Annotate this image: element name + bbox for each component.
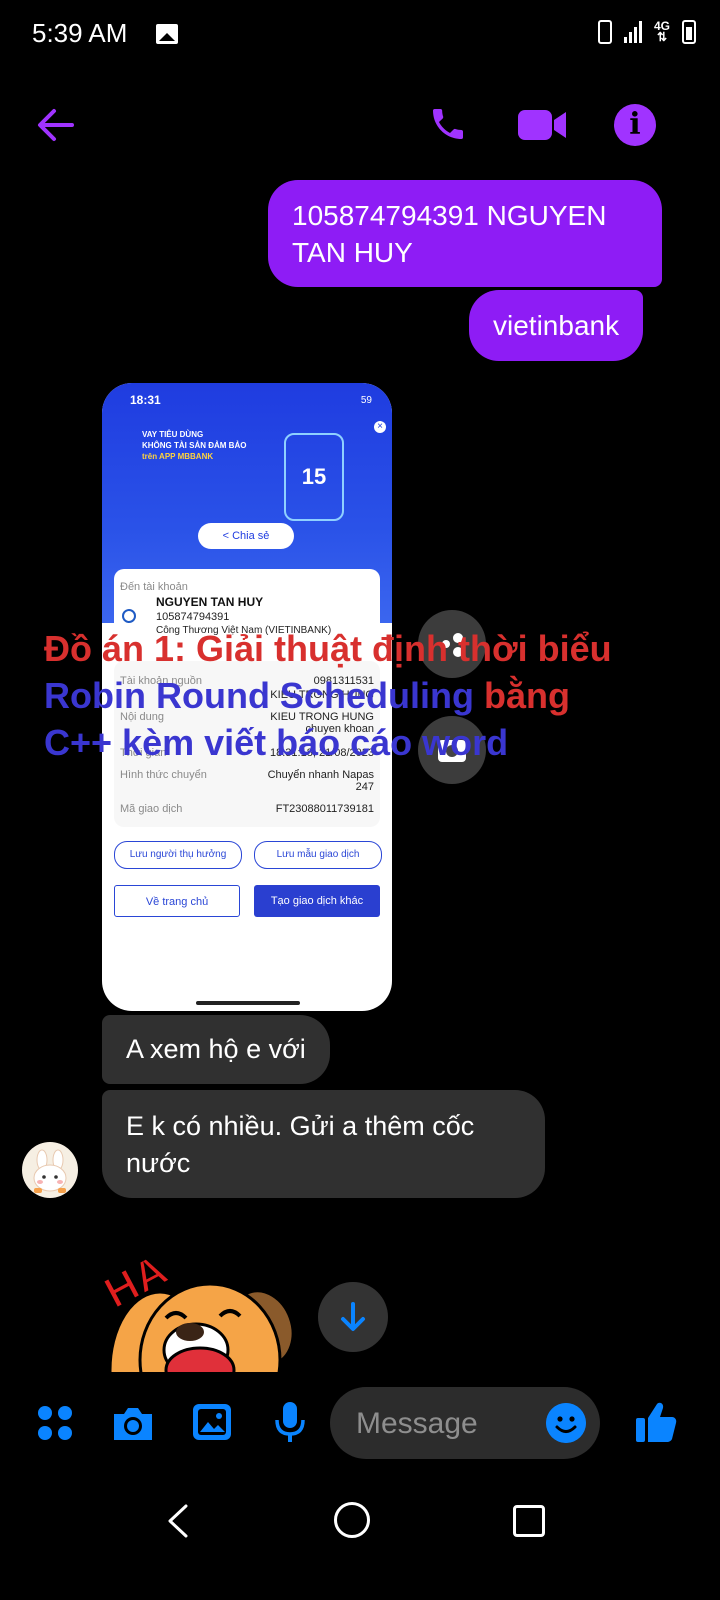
save-recipient-pill: Lưu người thụ hưởng: [114, 841, 242, 869]
nav-back-icon[interactable]: [160, 1502, 196, 1540]
emoji-icon[interactable]: [546, 1403, 586, 1443]
message-bubble-incoming[interactable]: A xem hộ e với: [102, 1015, 330, 1084]
vibrate-icon: [597, 20, 612, 44]
message-bubble-outgoing[interactable]: 105874794391 NGUYEN TAN HUY: [268, 180, 662, 287]
watermark-text: Đồ án 1: Giải thuật định thời biểu Robin…: [44, 625, 684, 766]
image-ad-text: VAY TIÊU DÙNG KHÔNG TÀI SẢN ĐẢM BẢO trên…: [142, 429, 262, 462]
image-status-time: 18:31: [130, 393, 161, 407]
detail-row: Hình thức chuyển Chuyển nhanh Napas 247: [120, 769, 374, 793]
bank-logo-icon: [122, 609, 136, 623]
video-camera-icon[interactable]: [518, 108, 566, 142]
save-template-pill: Lưu mẫu giao dịch: [254, 841, 382, 869]
phone-icon[interactable]: [428, 104, 468, 144]
network-icon: 4G ⇅: [653, 19, 670, 44]
recipient-name: NGUYEN TAN HUY: [156, 595, 264, 609]
dog-laughing-sticker[interactable]: HA: [100, 1220, 310, 1372]
message-bubble-incoming[interactable]: E k có nhiều. Gửi a thêm cốc nước: [102, 1090, 545, 1198]
image-ad-number: 15: [284, 433, 344, 521]
detail-value: FT23088011739181: [275, 803, 374, 815]
detail-label: Hình thức chuyển: [120, 769, 207, 781]
ad-line-1: VAY TIÊU DÙNG: [142, 430, 204, 439]
message-bubble-outgoing[interactable]: vietinbank: [469, 290, 644, 361]
close-icon: ×: [374, 421, 386, 433]
watermark-line-1: Đồ án 1: Giải thuật định thời biểu: [44, 628, 612, 669]
image-home-indicator: [196, 1001, 300, 1005]
back-arrow-icon[interactable]: [36, 105, 76, 145]
battery-icon: [682, 20, 696, 44]
image-battery: 59: [360, 395, 372, 406]
detail-label: Mã giao dịch: [120, 803, 183, 815]
avatar[interactable]: [22, 1142, 78, 1198]
to-account-label: Đến tài khoản: [120, 581, 188, 593]
detail-row: Mã giao dịch FT23088011739181: [120, 803, 374, 815]
network-type: 4G: [653, 19, 670, 33]
home-button-in-image: Về trang chủ: [114, 885, 240, 917]
watermark-line-3: C++ kèm viết báo cáo word: [44, 722, 509, 763]
apps-icon[interactable]: [36, 1404, 74, 1442]
camera-icon[interactable]: [110, 1404, 156, 1442]
arrow-down-icon: [341, 1302, 365, 1331]
image-share-button: < Chia sẻ: [198, 523, 294, 549]
image-share-label: Chia sẻ: [232, 530, 270, 542]
gallery-icon[interactable]: [191, 1402, 233, 1442]
nav-home-icon[interactable]: [334, 1502, 370, 1538]
mic-icon[interactable]: [274, 1400, 306, 1444]
recipient-account: 105874794391: [156, 611, 230, 623]
status-icons: 4G ⇅: [597, 19, 696, 44]
watermark-line-2-blue: Robin Round Scheduling: [44, 675, 474, 716]
status-time: 5:39 AM: [32, 18, 128, 48]
thumbs-up-icon[interactable]: [634, 1400, 678, 1444]
new-transaction-button-in-image: Tạo giao dịch khác: [254, 885, 380, 917]
ad-line-3: trên APP MBBANK: [142, 452, 214, 461]
scroll-to-bottom-button[interactable]: [318, 1282, 388, 1352]
bunny-avatar-icon: [33, 1149, 67, 1193]
gallery-notification-icon: [156, 24, 178, 44]
signal-icon: [623, 21, 642, 43]
detail-value: Chuyển nhanh Napas 247: [267, 769, 374, 793]
info-icon[interactable]: i: [614, 104, 656, 146]
ad-line-2: KHÔNG TÀI SẢN ĐẢM BẢO: [142, 441, 247, 450]
message-input[interactable]: [354, 1387, 538, 1461]
watermark-line-2-red: bằng: [473, 675, 570, 716]
nav-recents-icon[interactable]: [513, 1505, 545, 1537]
message-field[interactable]: [330, 1387, 600, 1461]
